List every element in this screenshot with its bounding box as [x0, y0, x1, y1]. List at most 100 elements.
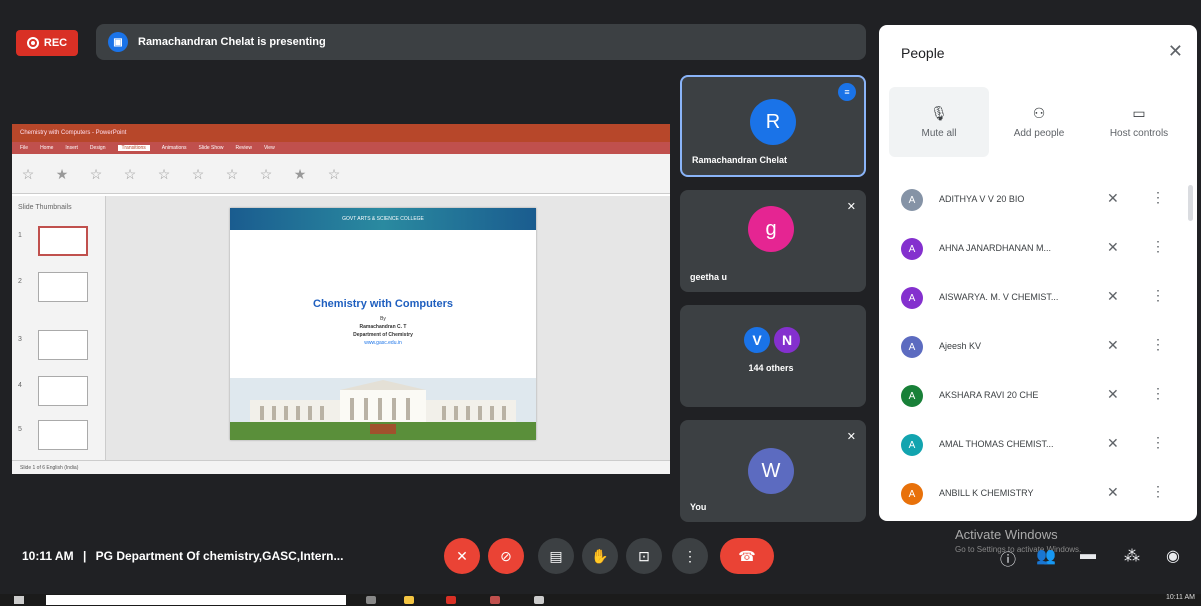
participant-row[interactable]: A AISWARYA. M. V CHEMIST... ✕ ⋮ [879, 273, 1197, 322]
participant-name: ANBILL K CHEMISTRY [939, 488, 1034, 498]
tile-name: You [690, 502, 707, 512]
more-options-button[interactable]: ⋮ [672, 538, 708, 574]
thumb-label: Slide Thumbnails [18, 204, 72, 211]
avatar: A [901, 385, 923, 407]
presentation-stage[interactable]: Chemistry with Computers - PowerPoint Fi… [12, 124, 670, 474]
info-icon[interactable]: ⓘ [1000, 546, 1016, 570]
end-call-button[interactable]: ☎ [720, 538, 774, 574]
ppt-tab: Insert [65, 145, 78, 151]
panel-title: People [901, 45, 945, 61]
more-vert-icon[interactable]: ⋮ [1151, 434, 1165, 451]
college-building-image [230, 378, 536, 440]
separator: | [82, 549, 87, 563]
avatar: A [901, 483, 923, 505]
recording-badge: REC [16, 30, 78, 56]
ppt-tab: Home [40, 145, 54, 151]
participant-row[interactable]: A AHNA JANARDHANAN M... ✕ ⋮ [879, 224, 1197, 273]
participant-row[interactable]: A ADITHYA V V 20 BIO ✕ ⋮ [879, 175, 1197, 224]
avatar: A [901, 336, 923, 358]
mic-off-icon[interactable]: ✕ [1107, 239, 1119, 256]
mic-off-icon[interactable]: ✕ [1107, 190, 1119, 207]
participant-row[interactable]: A ANBILL K CHEMISTRY ✕ ⋮ [879, 469, 1197, 518]
chrome-icon[interactable] [446, 596, 456, 604]
avatar: N [772, 325, 802, 355]
app-icon[interactable] [534, 596, 544, 604]
participant-tile-presenter[interactable]: ≡ R Ramachandran Chelat [680, 75, 866, 177]
more-vert-icon[interactable]: ⋮ [1151, 287, 1165, 304]
thumb-number: 3 [18, 336, 22, 343]
participant-tile[interactable]: ✕ g geetha u [680, 190, 866, 292]
participant-name: ADITHYA V V 20 BIO [939, 194, 1025, 204]
slide-author: Ramachandran C. T [359, 324, 407, 330]
file-explorer-icon[interactable] [404, 596, 414, 604]
task-view-icon[interactable] [366, 596, 376, 604]
host-controls-icon: ▭ [1132, 105, 1146, 121]
slide-dept: Department of Chemistry [353, 332, 413, 338]
captions-button[interactable]: ▤ [538, 538, 574, 574]
host-controls-icon[interactable]: ◉ [1166, 546, 1180, 566]
avatar: A [901, 189, 923, 211]
mic-off-icon[interactable]: ✕ [1107, 435, 1119, 452]
mic-off-icon[interactable]: ✕ [1107, 337, 1119, 354]
more-vert-icon[interactable]: ⋮ [1151, 238, 1165, 255]
ppt-tab: Design [89, 145, 106, 151]
participant-tile-self[interactable]: ✕ W You [680, 420, 866, 522]
people-icon[interactable]: 👥 [1036, 546, 1056, 566]
slide-title: Chemistry with Computers [313, 298, 453, 310]
avatar: R [750, 99, 796, 145]
ppt-tab: File [20, 145, 29, 151]
action-label: Add people [1013, 128, 1065, 139]
participant-row[interactable]: A AMAL THOMAS CHEMIST... ✕ ⋮ [879, 420, 1197, 469]
present-button[interactable]: ⊡ [626, 538, 662, 574]
participant-row[interactable]: A AKSHARA RAVI 20 CHE ✕ ⋮ [879, 371, 1197, 420]
participant-name: AISWARYA. M. V CHEMIST... [939, 292, 1059, 302]
meeting-name: PG Department Of chemistry,GASC,Intern..… [95, 549, 344, 563]
transition-icon: ☆ [225, 165, 239, 182]
powerpoint-icon[interactable] [490, 596, 500, 604]
mic-toggle-button[interactable]: ✕ [444, 538, 480, 574]
mic-off-icon[interactable]: ✕ [1107, 288, 1119, 305]
rec-label: REC [43, 37, 68, 49]
taskbar-search[interactable] [46, 595, 346, 605]
presenting-text: Ramachandran Chelat is presenting [138, 36, 326, 48]
participant-tile-others[interactable]: V N 144 others [680, 305, 866, 407]
participant-name: AHNA JANARDHANAN M... [939, 243, 1052, 253]
close-icon[interactable]: ✕ [1168, 41, 1183, 62]
avatar: A [901, 287, 923, 309]
mute-all-button[interactable]: 🎙 Mute all [889, 87, 989, 157]
more-vert-icon[interactable]: ⋮ [1151, 336, 1165, 353]
participant-row[interactable]: A Ajeesh KV ✕ ⋮ [879, 322, 1197, 371]
ppt-tab: Review [235, 145, 252, 151]
chat-icon[interactable]: ▬ [1080, 546, 1096, 564]
tile-name: 144 others [748, 363, 794, 373]
activities-icon[interactable]: ⁂ [1124, 546, 1140, 566]
transition-icon: ☆ [157, 165, 171, 182]
add-people-button[interactable]: ⚇ Add people [989, 87, 1089, 157]
host-controls-button[interactable]: ▭ Host controls [1089, 87, 1189, 157]
more-vert-icon[interactable]: ⋮ [1151, 483, 1165, 500]
camera-off-icon: ⊘ [500, 547, 512, 564]
slide-thumbnail [38, 226, 88, 256]
slide-header: GOVT ARTS & SCIENCE COLLEGE [230, 208, 536, 230]
transition-icon: ☆ [21, 165, 35, 182]
raise-hand-button[interactable]: ✋ [582, 538, 618, 574]
meet-window: REC ▣ Ramachandran Chelat is presenting … [0, 0, 1201, 606]
ppt-statusbar: Slide 1 of 6 English (India) [12, 460, 670, 474]
transition-icon: ★ [55, 165, 69, 182]
slide-link: www.gasc.edu.in [364, 340, 402, 346]
windows-start-icon[interactable] [14, 596, 24, 604]
more-vert-icon[interactable]: ⋮ [1151, 385, 1165, 402]
mic-off-icon[interactable]: ✕ [1107, 484, 1119, 501]
avatar: V [742, 325, 772, 355]
thumb-number: 4 [18, 382, 22, 389]
avatar: W [748, 448, 794, 494]
camera-toggle-button[interactable]: ⊘ [488, 538, 524, 574]
people-panel: People ✕ 🎙 Mute all ⚇ Add people ▭ Host … [879, 25, 1197, 521]
slide-thumbnail [38, 330, 88, 360]
participant-name: AKSHARA RAVI 20 CHE [939, 390, 1039, 400]
mic-off-icon[interactable]: ✕ [1107, 386, 1119, 403]
more-vert-icon[interactable]: ⋮ [1151, 189, 1165, 206]
more-vert-icon: ⋮ [683, 547, 697, 564]
ppt-tabs: File Home Insert Design Transitions Anim… [12, 142, 670, 154]
avatar: A [901, 434, 923, 456]
